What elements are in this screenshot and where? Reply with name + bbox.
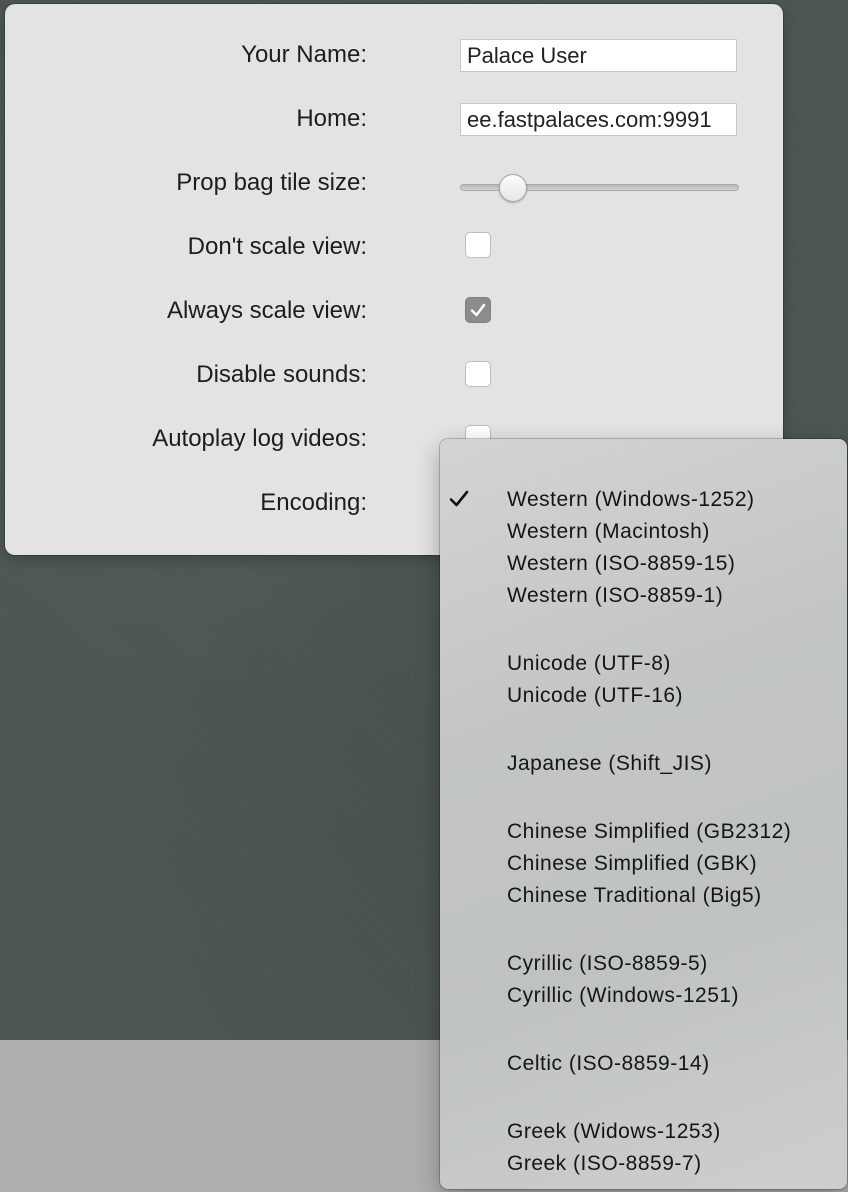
menu-item-japanese-shift-jis[interactable]: Japanese (Shift_JIS) bbox=[507, 751, 712, 777]
menu-item-greek-widows-1253[interactable]: Greek (Widows-1253) bbox=[507, 1119, 721, 1145]
home-field[interactable]: ee.fastpalaces.com:9991 bbox=[460, 103, 737, 136]
encoding-dropdown-menu: Western (Windows-1252) Western (Macintos… bbox=[440, 439, 847, 1189]
slider-knob[interactable] bbox=[499, 174, 527, 202]
autoplay-log-videos-label: Autoplay log videos: bbox=[152, 425, 367, 452]
checkmark-icon bbox=[470, 303, 486, 317]
disable-sounds-checkbox[interactable] bbox=[465, 361, 491, 387]
menu-item-western-macintosh[interactable]: Western (Macintosh) bbox=[507, 519, 710, 545]
prop-bag-tile-size-label: Prop bag tile size: bbox=[176, 169, 367, 196]
always-scale-view-label: Always scale view: bbox=[166, 297, 367, 324]
disable-sounds-label: Disable sounds: bbox=[196, 361, 367, 388]
dont-scale-view-checkbox[interactable] bbox=[465, 232, 491, 258]
encoding-label: Encoding: bbox=[260, 489, 367, 516]
your-name-field[interactable]: Palace User bbox=[460, 39, 737, 72]
menu-item-greek-iso-8859-7[interactable]: Greek (ISO-8859-7) bbox=[507, 1151, 702, 1177]
menu-item-chinese-traditional-big5[interactable]: Chinese Traditional (Big5) bbox=[507, 883, 762, 909]
menu-item-cyrillic-iso-8859-5[interactable]: Cyrillic (ISO-8859-5) bbox=[507, 951, 708, 977]
menu-item-chinese-simplified-gbk[interactable]: Chinese Simplified (GBK) bbox=[507, 851, 757, 877]
dont-scale-view-label: Don't scale view: bbox=[187, 233, 367, 260]
menu-item-celtic-iso-8859-14[interactable]: Celtic (ISO-8859-14) bbox=[507, 1051, 710, 1077]
menu-item-cyrillic-windows-1251[interactable]: Cyrillic (Windows-1251) bbox=[507, 983, 739, 1009]
your-name-label: Your Name: bbox=[241, 41, 367, 68]
checkmark-icon bbox=[449, 490, 469, 507]
menu-item-western-windows-1252[interactable]: Western (Windows-1252) bbox=[507, 487, 755, 513]
menu-item-unicode-utf-16[interactable]: Unicode (UTF-16) bbox=[507, 683, 683, 709]
menu-item-western-iso-8859-1[interactable]: Western (ISO-8859-1) bbox=[507, 583, 723, 609]
menu-item-unicode-utf-8[interactable]: Unicode (UTF-8) bbox=[507, 651, 671, 677]
home-label: Home: bbox=[296, 105, 367, 132]
menu-item-chinese-simplified-gb2312[interactable]: Chinese Simplified (GB2312) bbox=[507, 819, 791, 845]
always-scale-view-checkbox[interactable] bbox=[465, 297, 491, 323]
menu-item-western-iso-8859-15[interactable]: Western (ISO-8859-15) bbox=[507, 551, 735, 577]
